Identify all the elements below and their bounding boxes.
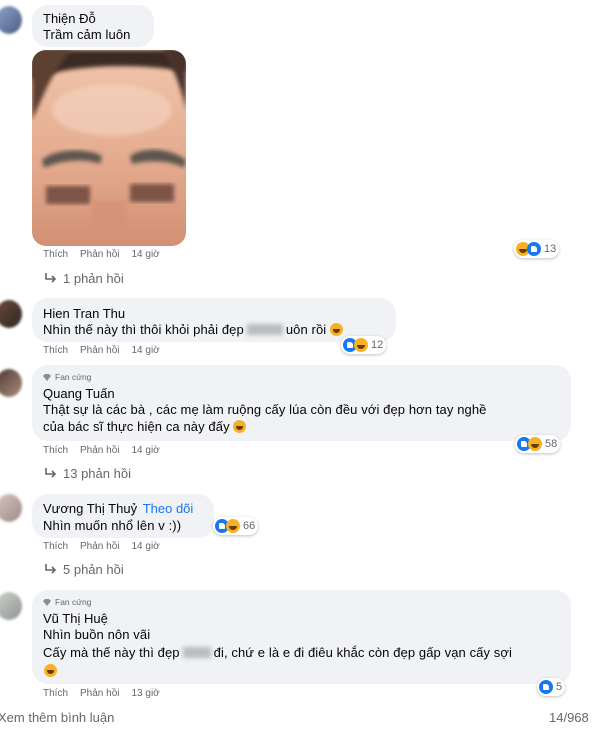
comment-text-part: Cấy mà thế này thì đẹp: [43, 645, 180, 660]
fan-badge: Fan cứng: [43, 597, 91, 607]
comment-time: 14 giờ: [131, 345, 160, 356]
reaction-count: 12: [371, 339, 384, 351]
avatar[interactable]: [0, 300, 22, 328]
reaction-count: 66: [243, 520, 256, 532]
avatar[interactable]: [0, 592, 22, 620]
comment-text-part: Nhìn thế này thì thôi khỏi phải đẹp: [43, 322, 244, 337]
avatar[interactable]: [0, 494, 22, 522]
comment-actions: Thích Phản hồi 14 giờ: [43, 345, 160, 356]
cry-laugh-emoji-icon: [329, 323, 343, 336]
like-action[interactable]: Thích: [43, 541, 68, 552]
fan-badge: Fan cứng: [43, 372, 91, 382]
reaction-count: 13: [544, 243, 557, 255]
reaction-count: 5: [556, 681, 563, 693]
reaction-summary[interactable]: 12: [341, 336, 387, 354]
reply-arrow-icon: [45, 273, 57, 283]
replies-count: 5 phản hồi: [63, 562, 124, 577]
replies-count: 1 phản hồi: [63, 271, 124, 286]
comment-text: Nhìn muốn nhổ lên v :)): [43, 518, 182, 533]
comment-time: 14 giờ: [131, 445, 160, 456]
avatar[interactable]: [0, 369, 22, 397]
comment-actions: Thích Phản hồi 14 giờ: [43, 249, 160, 260]
fan-badge-label: Fan cứng: [55, 597, 92, 607]
reply-action[interactable]: Phản hồi: [80, 541, 119, 552]
view-replies-link[interactable]: 1 phản hồi: [44, 271, 124, 286]
reply-action[interactable]: Phản hồi: [80, 688, 119, 699]
comment-author[interactable]: Quang Tuấn: [43, 386, 115, 401]
comment-author[interactable]: Hien Tran Thu: [43, 306, 125, 321]
haha-icon: [528, 437, 542, 451]
diamond-icon: [43, 373, 51, 381]
cry-laugh-emoji-icon: [44, 664, 57, 677]
avatar[interactable]: [0, 6, 22, 34]
comment-author-line: Vương Thị Thuỷ Theo dõi: [43, 501, 193, 516]
comment-author[interactable]: Vũ Thị Huệ: [43, 611, 108, 626]
cry-laugh-emoji-icon: [233, 420, 247, 433]
comment-photo[interactable]: [32, 50, 186, 246]
face-photo-image: [32, 50, 186, 246]
haha-icon: [354, 338, 368, 352]
reply-action[interactable]: Phản hồi: [80, 345, 119, 356]
reply-action[interactable]: Phản hồi: [80, 445, 119, 456]
comment-author[interactable]: Thiện Đỗ: [43, 11, 96, 26]
view-replies-link[interactable]: 13 phản hồi: [44, 466, 131, 481]
like-action[interactable]: Thích: [43, 688, 68, 699]
comment-text: Cấy mà thế này thì đẹp đi, chứ e là e đi …: [43, 645, 512, 660]
view-more-comments-link[interactable]: Xem thêm bình luận: [0, 710, 114, 725]
comment-text: Trầm cảm luôn: [43, 27, 131, 42]
emoji-line: [44, 662, 57, 680]
reaction-summary[interactable]: 5: [537, 678, 566, 696]
comment-actions: Thích Phản hồi 14 giờ: [43, 445, 160, 456]
diamond-icon: [43, 598, 51, 606]
like-icon: [539, 680, 553, 694]
comment-time: 13 giờ: [131, 688, 160, 699]
like-action[interactable]: Thích: [43, 249, 68, 260]
like-action[interactable]: Thích: [43, 345, 68, 356]
like-action[interactable]: Thích: [43, 445, 68, 456]
reply-arrow-icon: [45, 468, 57, 478]
comment-pagination: 14/968: [549, 710, 589, 725]
haha-icon: [226, 519, 240, 533]
follow-link[interactable]: Theo dõi: [143, 501, 194, 516]
fan-badge-label: Fan cứng: [55, 372, 92, 382]
reply-action[interactable]: Phản hồi: [80, 249, 119, 260]
censored-word: [246, 324, 283, 335]
comment-time: 14 giờ: [131, 541, 160, 552]
reaction-summary[interactable]: 66: [213, 517, 259, 535]
comment-time: 14 giờ: [131, 249, 160, 260]
comment-author[interactable]: Vương Thị Thuỷ: [43, 501, 137, 516]
reaction-summary[interactable]: 58: [515, 435, 561, 453]
comment-actions: Thích Phản hồi 13 giờ: [43, 688, 160, 699]
view-replies-link[interactable]: 5 phản hồi: [44, 562, 124, 577]
comment-text: của bác sĩ thực hiện ca này đấy: [43, 419, 247, 434]
reaction-count: 58: [545, 438, 558, 450]
comment-text: Nhìn thế này thì thôi khỏi phải đẹp uôn r…: [43, 322, 343, 337]
censored-word: [182, 647, 211, 658]
replies-count: 13 phản hồi: [63, 466, 131, 481]
comment-text-part: đi, chứ e là e đi điêu khắc còn đẹp gấp …: [213, 645, 513, 660]
reaction-summary[interactable]: 13: [514, 240, 560, 258]
comment-text-part: uôn rồi: [285, 322, 327, 337]
like-icon: [527, 242, 541, 256]
comment-actions: Thích Phản hồi 14 giờ: [43, 541, 160, 552]
comment-text: Thật sự là các bà , các mẹ làm ruộng cấy…: [43, 402, 487, 417]
comment-text: Nhìn buồn nôn vãi: [43, 627, 151, 642]
comment-text-part: của bác sĩ thực hiện ca này đấy: [43, 419, 230, 434]
reply-arrow-icon: [45, 564, 57, 574]
